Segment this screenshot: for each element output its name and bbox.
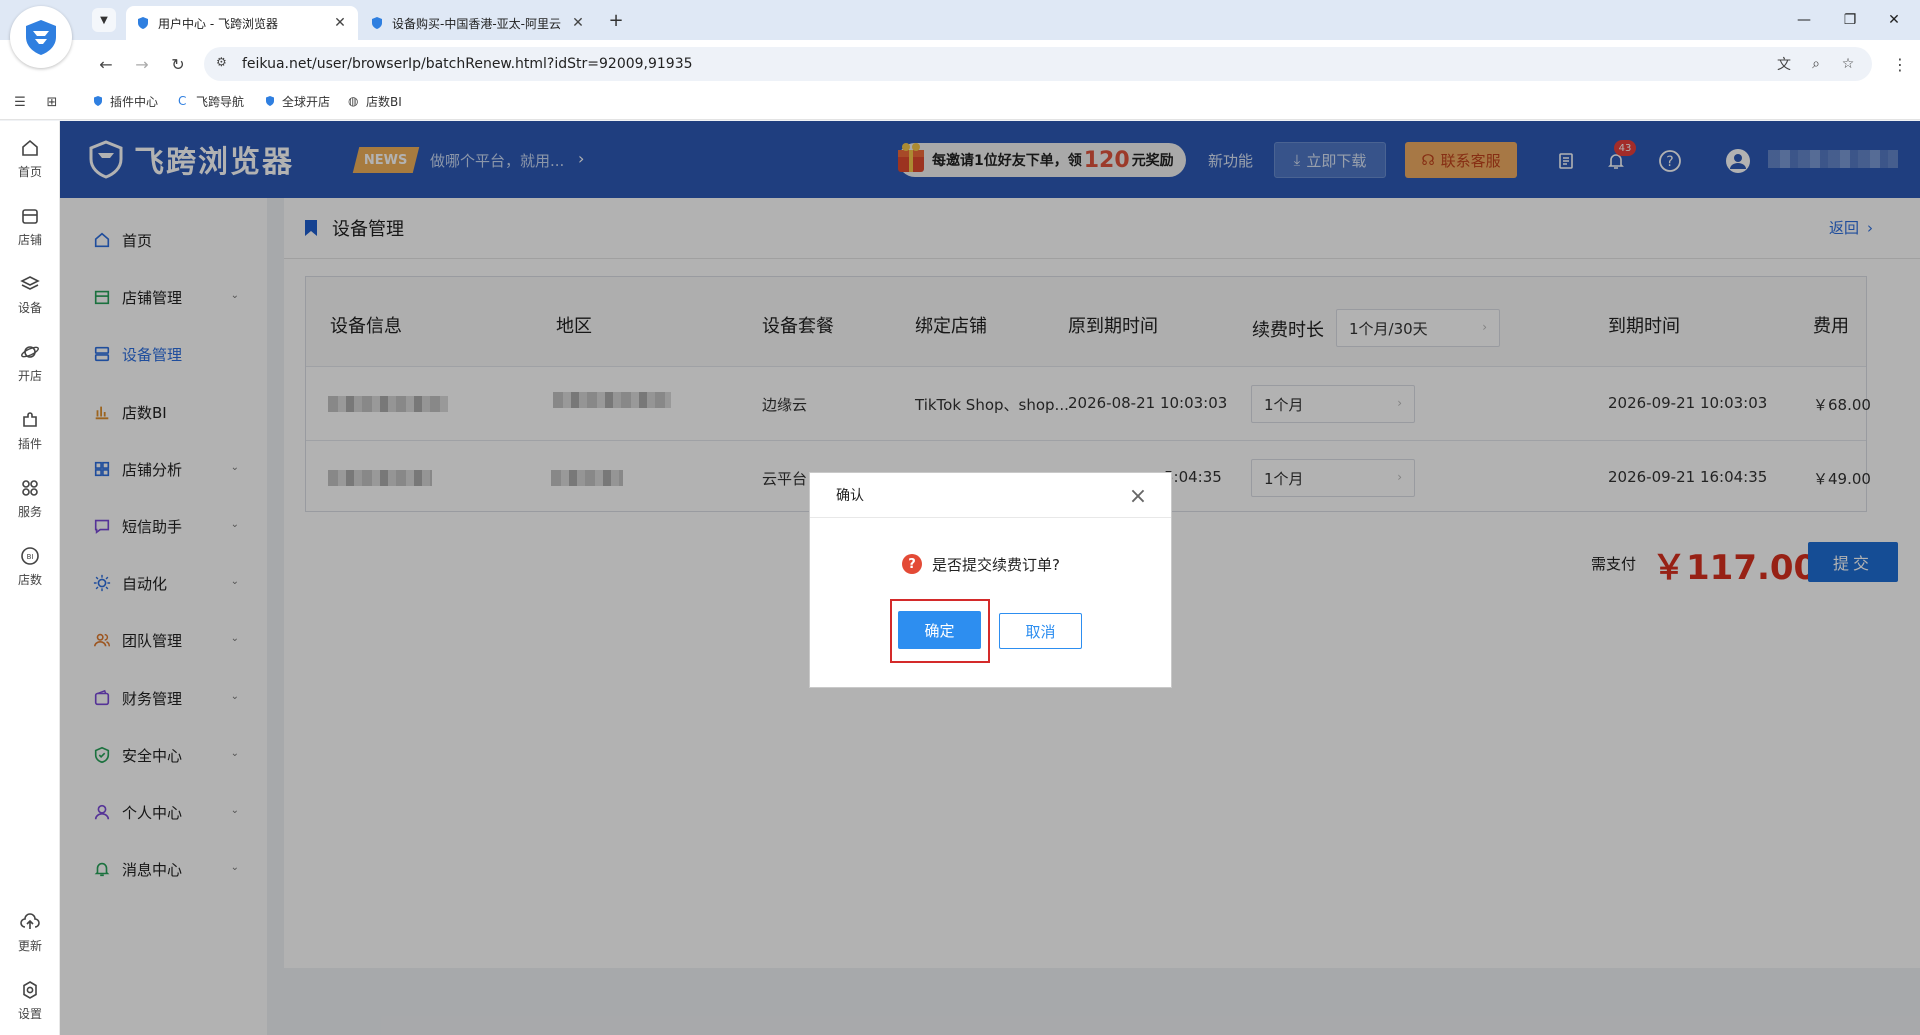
bookmark-feikua-nav[interactable]: C 飞跨导航	[178, 90, 244, 112]
minimize-icon[interactable]: —	[1784, 6, 1824, 34]
rail-item-update[interactable]: 更新	[0, 904, 60, 960]
browser-logo-icon[interactable]	[10, 6, 72, 68]
site-info-icon[interactable]: ⚙	[216, 55, 234, 73]
rail-item-home[interactable]: 首页	[0, 130, 60, 186]
rail-item-label: 设备	[17, 300, 42, 315]
tab-search-button[interactable]: ▼	[92, 8, 116, 32]
rail-item-settings[interactable]: 设置	[0, 972, 60, 1028]
restore-icon[interactable]: ❐	[1830, 6, 1870, 34]
bookmark-store-bi[interactable]: ◍ 店数BI	[348, 90, 402, 112]
bi-icon: BI	[19, 545, 41, 567]
rail-item-device[interactable]: 设备	[0, 266, 60, 322]
bookmark-favicon-icon	[94, 96, 102, 106]
translate-icon[interactable]: 文	[1772, 52, 1796, 76]
bookmark-label: 全球开店	[282, 94, 331, 109]
rail-item-label: 更新	[17, 938, 42, 953]
grid-icon	[19, 477, 41, 499]
nav-c-icon: C	[178, 94, 187, 108]
close-tab-icon[interactable]: ✕	[332, 15, 348, 31]
svg-text:BI: BI	[27, 553, 34, 561]
tab-favicon-icon	[138, 17, 148, 29]
tab-user-center[interactable]: 用户中心 - 飞跨浏览器 ✕	[126, 6, 358, 40]
globe-icon: ◍	[348, 94, 359, 108]
home-icon	[19, 137, 41, 159]
dialog-message: ? 是否提交续费订单?	[902, 553, 1060, 575]
cancel-button[interactable]: 取消	[999, 613, 1082, 649]
bookmark-label: 插件中心	[110, 94, 159, 109]
bookmark-label: 飞跨导航	[196, 94, 245, 109]
tab-favicon-icon	[372, 17, 382, 29]
back-arrow-icon[interactable]: ←	[92, 50, 120, 78]
rail-item-label: 店铺	[17, 232, 42, 247]
close-icon[interactable]: ×	[1127, 484, 1149, 509]
rail-item-label: 首页	[17, 164, 42, 179]
bookmark-star-icon[interactable]: ☆	[1836, 52, 1860, 76]
confirm-button[interactable]: 确定	[898, 611, 981, 649]
close-tab-icon[interactable]: ✕	[570, 15, 586, 31]
tab-device-purchase[interactable]: 设备购买-中国香港-亚太-阿里云 ✕	[360, 6, 596, 40]
sidebar-toggle-icon[interactable]: ☰	[10, 92, 30, 112]
tab-title: 设备购买-中国香港-亚太-阿里云	[392, 16, 561, 31]
rail-item-label: 插件	[17, 436, 42, 451]
tab-title: 用户中心 - 飞跨浏览器	[158, 16, 278, 31]
bookmark-favicon-icon	[266, 96, 274, 106]
rail-item-service[interactable]: 服务	[0, 470, 60, 526]
reload-icon[interactable]: ↻	[164, 50, 192, 78]
gear-icon	[19, 979, 41, 1001]
rail-item-open-store[interactable]: 开店	[0, 334, 60, 390]
store-icon	[19, 205, 41, 227]
rail-item-store-bi[interactable]: BI 店数	[0, 538, 60, 594]
zoom-icon[interactable]: ⌕	[1804, 52, 1828, 76]
rail-item-label: 开店	[17, 368, 42, 383]
planet-icon	[19, 341, 41, 363]
bookmark-plugin-center[interactable]: 插件中心	[92, 90, 158, 112]
puzzle-icon	[19, 409, 41, 431]
rail-item-label: 设置	[17, 1006, 42, 1021]
browser-menu-icon[interactable]: ⋮	[1890, 50, 1910, 78]
rail-item-plugin[interactable]: 插件	[0, 402, 60, 458]
bookmark-label: 店数BI	[366, 94, 402, 109]
new-tab-button[interactable]: +	[604, 8, 628, 32]
question-icon: ?	[902, 554, 922, 574]
forward-arrow-icon[interactable]: →	[128, 50, 156, 78]
address-bar[interactable]: ⚙ feikua.net/user/browserIp/batchRenew.h…	[204, 47, 1872, 81]
rail-item-label: 店数	[17, 572, 42, 587]
rail-item-store[interactable]: 店铺	[0, 198, 60, 254]
rail-item-label: 服务	[17, 504, 42, 519]
cloud-upload-icon	[19, 911, 41, 933]
dialog-title: 确认	[810, 473, 1171, 518]
dialog-message-text: 是否提交续费订单?	[932, 555, 1060, 574]
url-text: feikua.net/user/browserIp/batchRenew.htm…	[242, 56, 693, 72]
layers-icon	[19, 273, 41, 295]
bookmark-global-store[interactable]: 全球开店	[264, 90, 330, 112]
confirm-dialog: 确认 × ? 是否提交续费订单? 确定 取消	[809, 472, 1172, 688]
apps-grid-icon[interactable]: ⊞	[42, 92, 62, 112]
window-close-icon[interactable]: ✕	[1874, 6, 1914, 34]
